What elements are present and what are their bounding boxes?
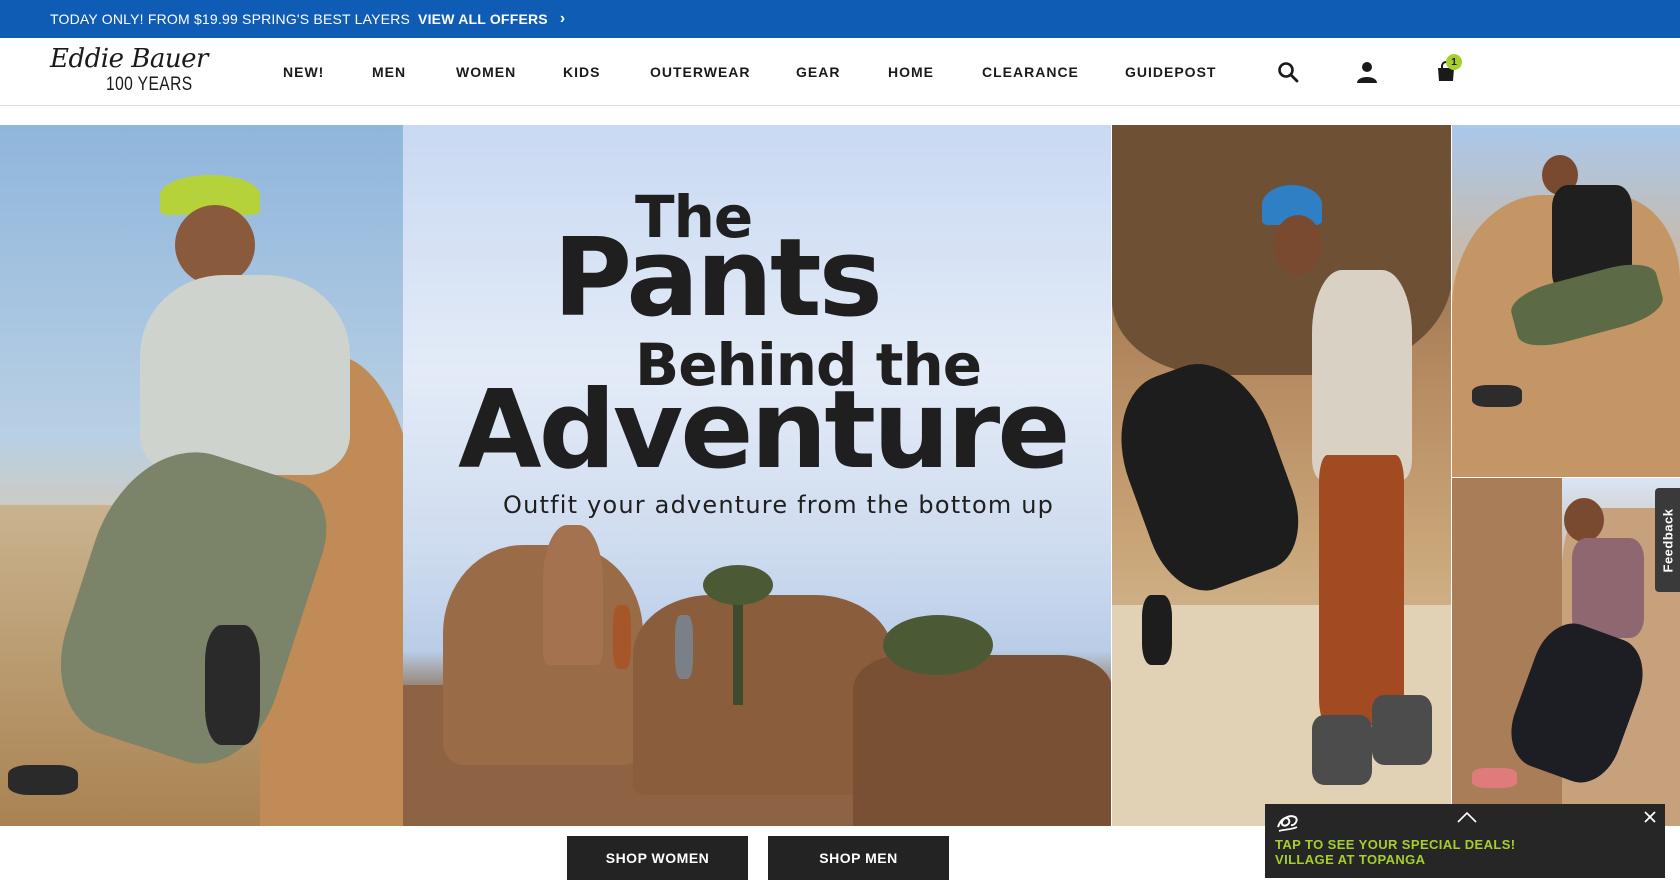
- hero-image-man-climbing: [1452, 125, 1680, 477]
- logo-script: Eddie Bauer: [50, 44, 208, 74]
- bag-icon[interactable]: 1: [1434, 54, 1462, 84]
- nav-item-clearance[interactable]: CLEARANCE: [982, 64, 1079, 80]
- cart-count-badge: 1: [1446, 54, 1462, 70]
- nav-item-new[interactable]: NEW!: [283, 64, 324, 80]
- hero-image-woman-climbing: [1452, 478, 1680, 826]
- site-header: Eddie Bauer 100 YEARS NEW! MEN WOMEN KID…: [0, 38, 1680, 106]
- hero-image-man-with-dog: [1112, 125, 1452, 826]
- deals-message[interactable]: TAP TO SEE YOUR SPECIAL DEALS!: [1275, 837, 1516, 852]
- nav-item-outerwear[interactable]: OUTERWEAR: [650, 64, 751, 80]
- hero-banner[interactable]: The Pants Behind the Adventure Outfit yo…: [0, 125, 1680, 826]
- nav-item-gear[interactable]: GEAR: [796, 64, 840, 80]
- account-icon[interactable]: [1355, 60, 1379, 84]
- feedback-tab[interactable]: Feedback: [1655, 488, 1680, 592]
- promo-message: TODAY ONLY! FROM $19.99 SPRING'S BEST LA…: [50, 11, 411, 27]
- brand-mark-icon: [1275, 812, 1301, 834]
- nav-item-guidepost[interactable]: GUIDEPOST: [1125, 64, 1216, 80]
- headline-pants: Pants: [553, 216, 883, 341]
- shop-women-button[interactable]: SHOP WOMEN: [567, 836, 748, 880]
- hero-image-woman-resting: [0, 125, 403, 826]
- logo[interactable]: Eddie Bauer 100 YEARS: [50, 44, 230, 100]
- hero-subtitle: Outfit your adventure from the bottom up: [503, 491, 1055, 519]
- deals-location[interactable]: VILLAGE AT TOPANGA: [1275, 852, 1425, 867]
- nav-item-women[interactable]: WOMEN: [456, 64, 516, 80]
- feedback-label: Feedback: [1660, 508, 1676, 572]
- chevron-right-icon[interactable]: ›: [560, 10, 566, 28]
- search-icon[interactable]: [1276, 60, 1300, 84]
- view-all-offers-link[interactable]: VIEW ALL OFFERS: [418, 11, 548, 27]
- nav-item-men[interactable]: MEN: [372, 64, 406, 80]
- headline-adventure: Adventure: [458, 368, 1070, 493]
- special-deals-popup[interactable]: TAP TO SEE YOUR SPECIAL DEALS! VILLAGE A…: [1265, 804, 1665, 878]
- shop-men-button[interactable]: SHOP MEN: [768, 836, 949, 880]
- promo-bar: TODAY ONLY! FROM $19.99 SPRING'S BEST LA…: [0, 0, 1680, 38]
- nav-item-home[interactable]: HOME: [888, 64, 934, 80]
- nav-item-kids[interactable]: KIDS: [563, 64, 600, 80]
- chevron-up-icon[interactable]: [1455, 810, 1479, 824]
- close-icon[interactable]: [1643, 810, 1657, 824]
- logo-years: 100 YEARS: [106, 74, 193, 95]
